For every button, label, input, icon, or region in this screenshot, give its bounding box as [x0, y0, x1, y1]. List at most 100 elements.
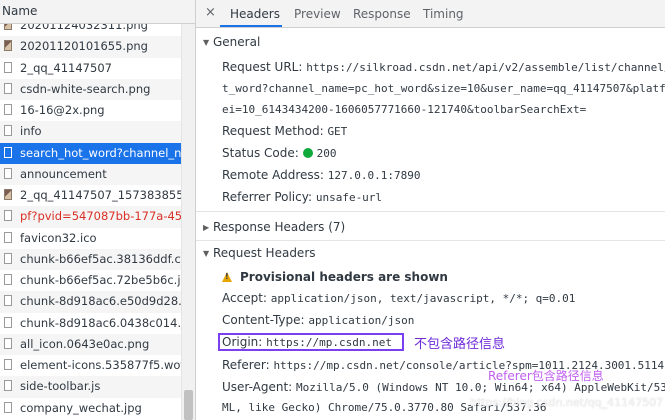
status-code-row: Status Code: 200: [222, 146, 337, 160]
request-list-panel: Name 20201124032311.png 20201120101655.pn…: [0, 0, 196, 420]
referrer-policy-row: Referrer Policy: unsafe-url: [222, 190, 382, 204]
request-list-item[interactable]: 20201120101655.png: [0, 36, 181, 58]
image-file-icon: [4, 189, 12, 200]
file-icon: [4, 210, 12, 222]
request-list-item[interactable]: chunk-b66ef5ac.38136ddf.css: [0, 248, 181, 270]
headers-content: ▼ General Request URL: https://silkroad.c…: [196, 28, 665, 420]
request-list-item[interactable]: side-toolbar.js: [0, 376, 181, 398]
request-list-item-name: 2_qq_41147507_1573838550.jp: [20, 188, 181, 202]
request-list-item-name: 2_qq_41147507: [20, 60, 112, 75]
request-method-value: GET: [327, 125, 348, 138]
general-section-header[interactable]: ▼ General: [196, 35, 665, 57]
accept-row: Accept: application/json, text/javascrip…: [222, 291, 575, 305]
general-title: General: [213, 35, 261, 49]
expand-triangle-icon: ▼: [203, 249, 210, 258]
tab-headers[interactable]: Headers: [230, 7, 280, 21]
request-list-item-name: info: [20, 124, 42, 139]
request-method-key: Request Method:: [222, 124, 324, 138]
request-list-item[interactable]: favicon32.ico: [0, 228, 181, 249]
request-list-item-name: pf?pvid=547087bb-177a-45f3: [20, 209, 181, 224]
request-list-item-name: chunk-b66ef5ac.38136ddf.css: [20, 251, 181, 266]
file-icon: [4, 252, 12, 264]
request-list-item[interactable]: csdn-white-search.png: [0, 78, 181, 100]
request-list-item-name: announcement: [20, 166, 107, 181]
file-icon: [4, 61, 12, 73]
request-url-row: Request URL: https://silkroad.csdn.net/a…: [222, 60, 665, 74]
accept-value: application/json, text/javascript, */*; …: [270, 292, 576, 305]
file-icon: [4, 125, 12, 137]
content-type-row: Content-Type: application/json: [222, 313, 414, 327]
request-list-item-name: 20201124032311.png: [20, 24, 148, 32]
user-agent-value: Mozilla/5.0 (Windows NT 10.0; Win64; x64…: [296, 381, 665, 394]
remote-address-value: 127.0.0.1:7890: [327, 169, 421, 182]
warning-icon-mark: !: [225, 272, 229, 281]
scrollbar-thumb[interactable]: [184, 390, 193, 420]
file-icon: [4, 359, 12, 370]
status-code-key: Status Code:: [222, 146, 299, 160]
request-list-item-name: 16-16@2x.png: [20, 103, 105, 117]
file-icon: [4, 104, 12, 115]
request-list-item[interactable]: element-icons.535877f5.woff: [0, 355, 181, 376]
details-tabbar: × Headers Preview Response Timing: [196, 0, 665, 28]
request-list-item[interactable]: chunk-8d918ac6.0438c014.js: [0, 313, 181, 334]
status-code-value: 200: [316, 147, 337, 160]
request-list-item[interactable]: 2_qq_41147507_1573838550.jp: [0, 185, 181, 206]
request-list-item-name: chunk-b66ef5ac.72be5b6c.js: [20, 273, 181, 287]
referrer-policy-key: Referrer Policy:: [222, 190, 312, 204]
request-list-item-name: chunk-8d918ac6.e50d9d28.css: [20, 294, 181, 309]
file-icon: [4, 167, 12, 179]
request-list-item-name: search_hot_word?channel_na...: [20, 145, 181, 160]
image-file-icon: [4, 24, 12, 30]
request-list-item[interactable]: company_wechat.jpg: [0, 398, 181, 419]
expand-triangle-icon: ▼: [203, 38, 210, 47]
user-agent-key: User-Agent:: [222, 380, 293, 394]
request-list-item[interactable]: chunk-8d918ac6.e50d9d28.css: [0, 291, 181, 313]
request-list-item[interactable]: chunk-b66ef5ac.72be5b6c.js: [0, 270, 181, 291]
referer-key: Referer:: [222, 358, 270, 372]
file-icon: [4, 316, 12, 328]
image-file-icon: [4, 40, 12, 52]
accept-key: Accept:: [222, 291, 267, 305]
remote-address-key: Remote Address:: [222, 168, 324, 182]
referrer-policy-value: unsafe-url: [315, 191, 383, 204]
file-icon: [4, 337, 12, 349]
request-list-item-name: 20201120101655.png: [20, 39, 148, 54]
file-icon: [4, 380, 12, 392]
request-list-item[interactable]: 20201124032311.png: [0, 24, 181, 36]
status-ok-icon: [302, 148, 313, 158]
request-list-item[interactable]: info: [0, 121, 181, 143]
tab-response[interactable]: Response: [353, 7, 411, 21]
request-list-item[interactable]: all_icon.0643e0ac.png: [0, 333, 181, 355]
request-list-scrollbar[interactable]: [181, 24, 195, 420]
request-headers-section-header[interactable]: ▼ Request Headers: [196, 246, 665, 268]
close-icon[interactable]: ×: [205, 5, 216, 20]
watermark: https://blog.csdn.net/qq_41147507: [470, 396, 664, 409]
section-divider: [196, 211, 665, 212]
tab-timing[interactable]: Timing: [423, 7, 464, 21]
request-list-item[interactable]: 2_qq_41147507: [0, 58, 181, 79]
request-list-item-name: side-toolbar.js: [20, 379, 101, 394]
origin-highlight-box: [218, 333, 404, 351]
tab-preview[interactable]: Preview: [294, 7, 341, 21]
file-icon: [4, 231, 12, 243]
response-headers-section-header[interactable]: ▶ Response Headers (7): [196, 220, 665, 242]
collapsed-triangle-icon: ▶: [203, 223, 210, 232]
request-list-item-name: all_icon.0643e0ac.png: [20, 336, 150, 351]
provisional-warning-row: ! Provisional headers are shown: [196, 270, 665, 286]
request-list-item-name: element-icons.535877f5.woff: [20, 358, 181, 372]
file-icon: [4, 401, 12, 413]
section-divider: [196, 240, 665, 241]
request-url-value: https://silkroad.csdn.net/api/v2/assembl…: [306, 61, 665, 74]
referer-annotation: Referer包含路径信息: [488, 369, 604, 383]
content-type-key: Content-Type:: [222, 313, 305, 327]
file-icon: [4, 146, 12, 158]
request-list-item[interactable]: announcement: [0, 163, 181, 185]
request-list-item[interactable]: 16-16@2x.png: [0, 100, 181, 121]
name-column-header[interactable]: Name: [0, 0, 195, 24]
request-list-item-name: csdn-white-search.png: [20, 81, 151, 96]
request-list-item[interactable]: pf?pvid=547087bb-177a-45f3: [0, 206, 181, 228]
request-headers-title: Request Headers: [213, 246, 316, 260]
file-icon: [4, 295, 12, 307]
request-list-item[interactable]: search_hot_word?channel_na...: [0, 142, 181, 164]
remote-address-row: Remote Address: 127.0.0.1:7890: [222, 168, 421, 182]
